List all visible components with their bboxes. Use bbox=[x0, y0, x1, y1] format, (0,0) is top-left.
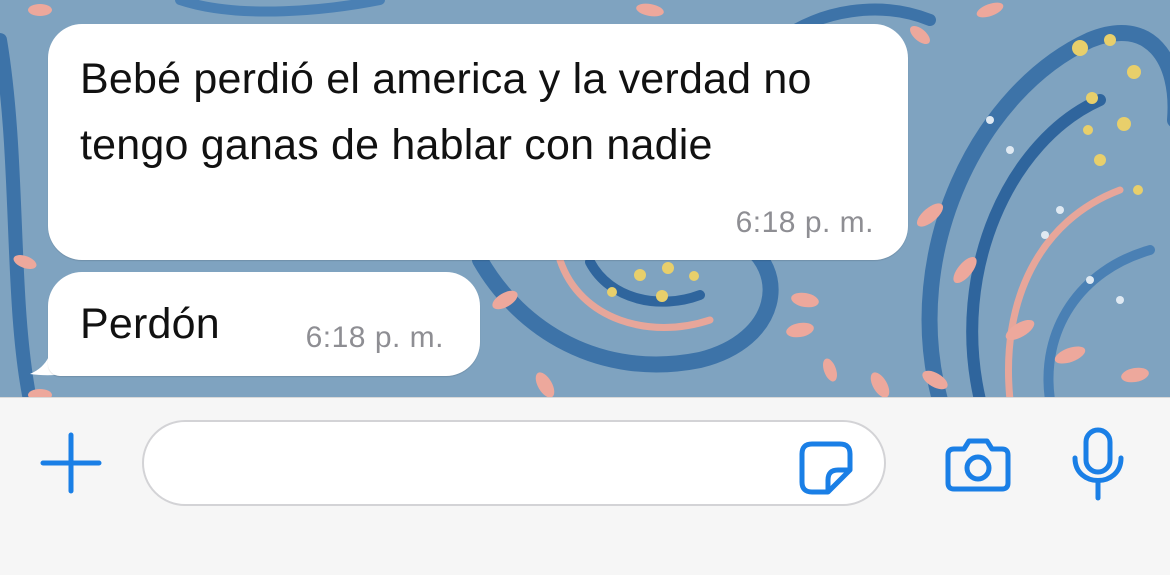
camera-icon[interactable] bbox=[944, 435, 1012, 493]
sticker-icon[interactable] bbox=[798, 440, 854, 496]
microphone-icon[interactable] bbox=[1070, 426, 1126, 502]
message-bubble[interactable]: Perdón 6:18 p. m. bbox=[48, 272, 480, 376]
message-input-bar bbox=[0, 397, 1170, 575]
chat-area[interactable]: Bebé perdió el america y la verdad no te… bbox=[0, 0, 1170, 397]
message-input[interactable] bbox=[142, 420, 886, 506]
message-timestamp: 6:18 p. m. bbox=[305, 321, 444, 354]
message-timestamp: 6:18 p. m. bbox=[735, 206, 874, 239]
message-text: Bebé perdió el america y la verdad no te… bbox=[80, 55, 812, 169]
message-bubble[interactable]: Bebé perdió el america y la verdad no te… bbox=[48, 24, 908, 260]
plus-icon[interactable] bbox=[40, 432, 102, 494]
